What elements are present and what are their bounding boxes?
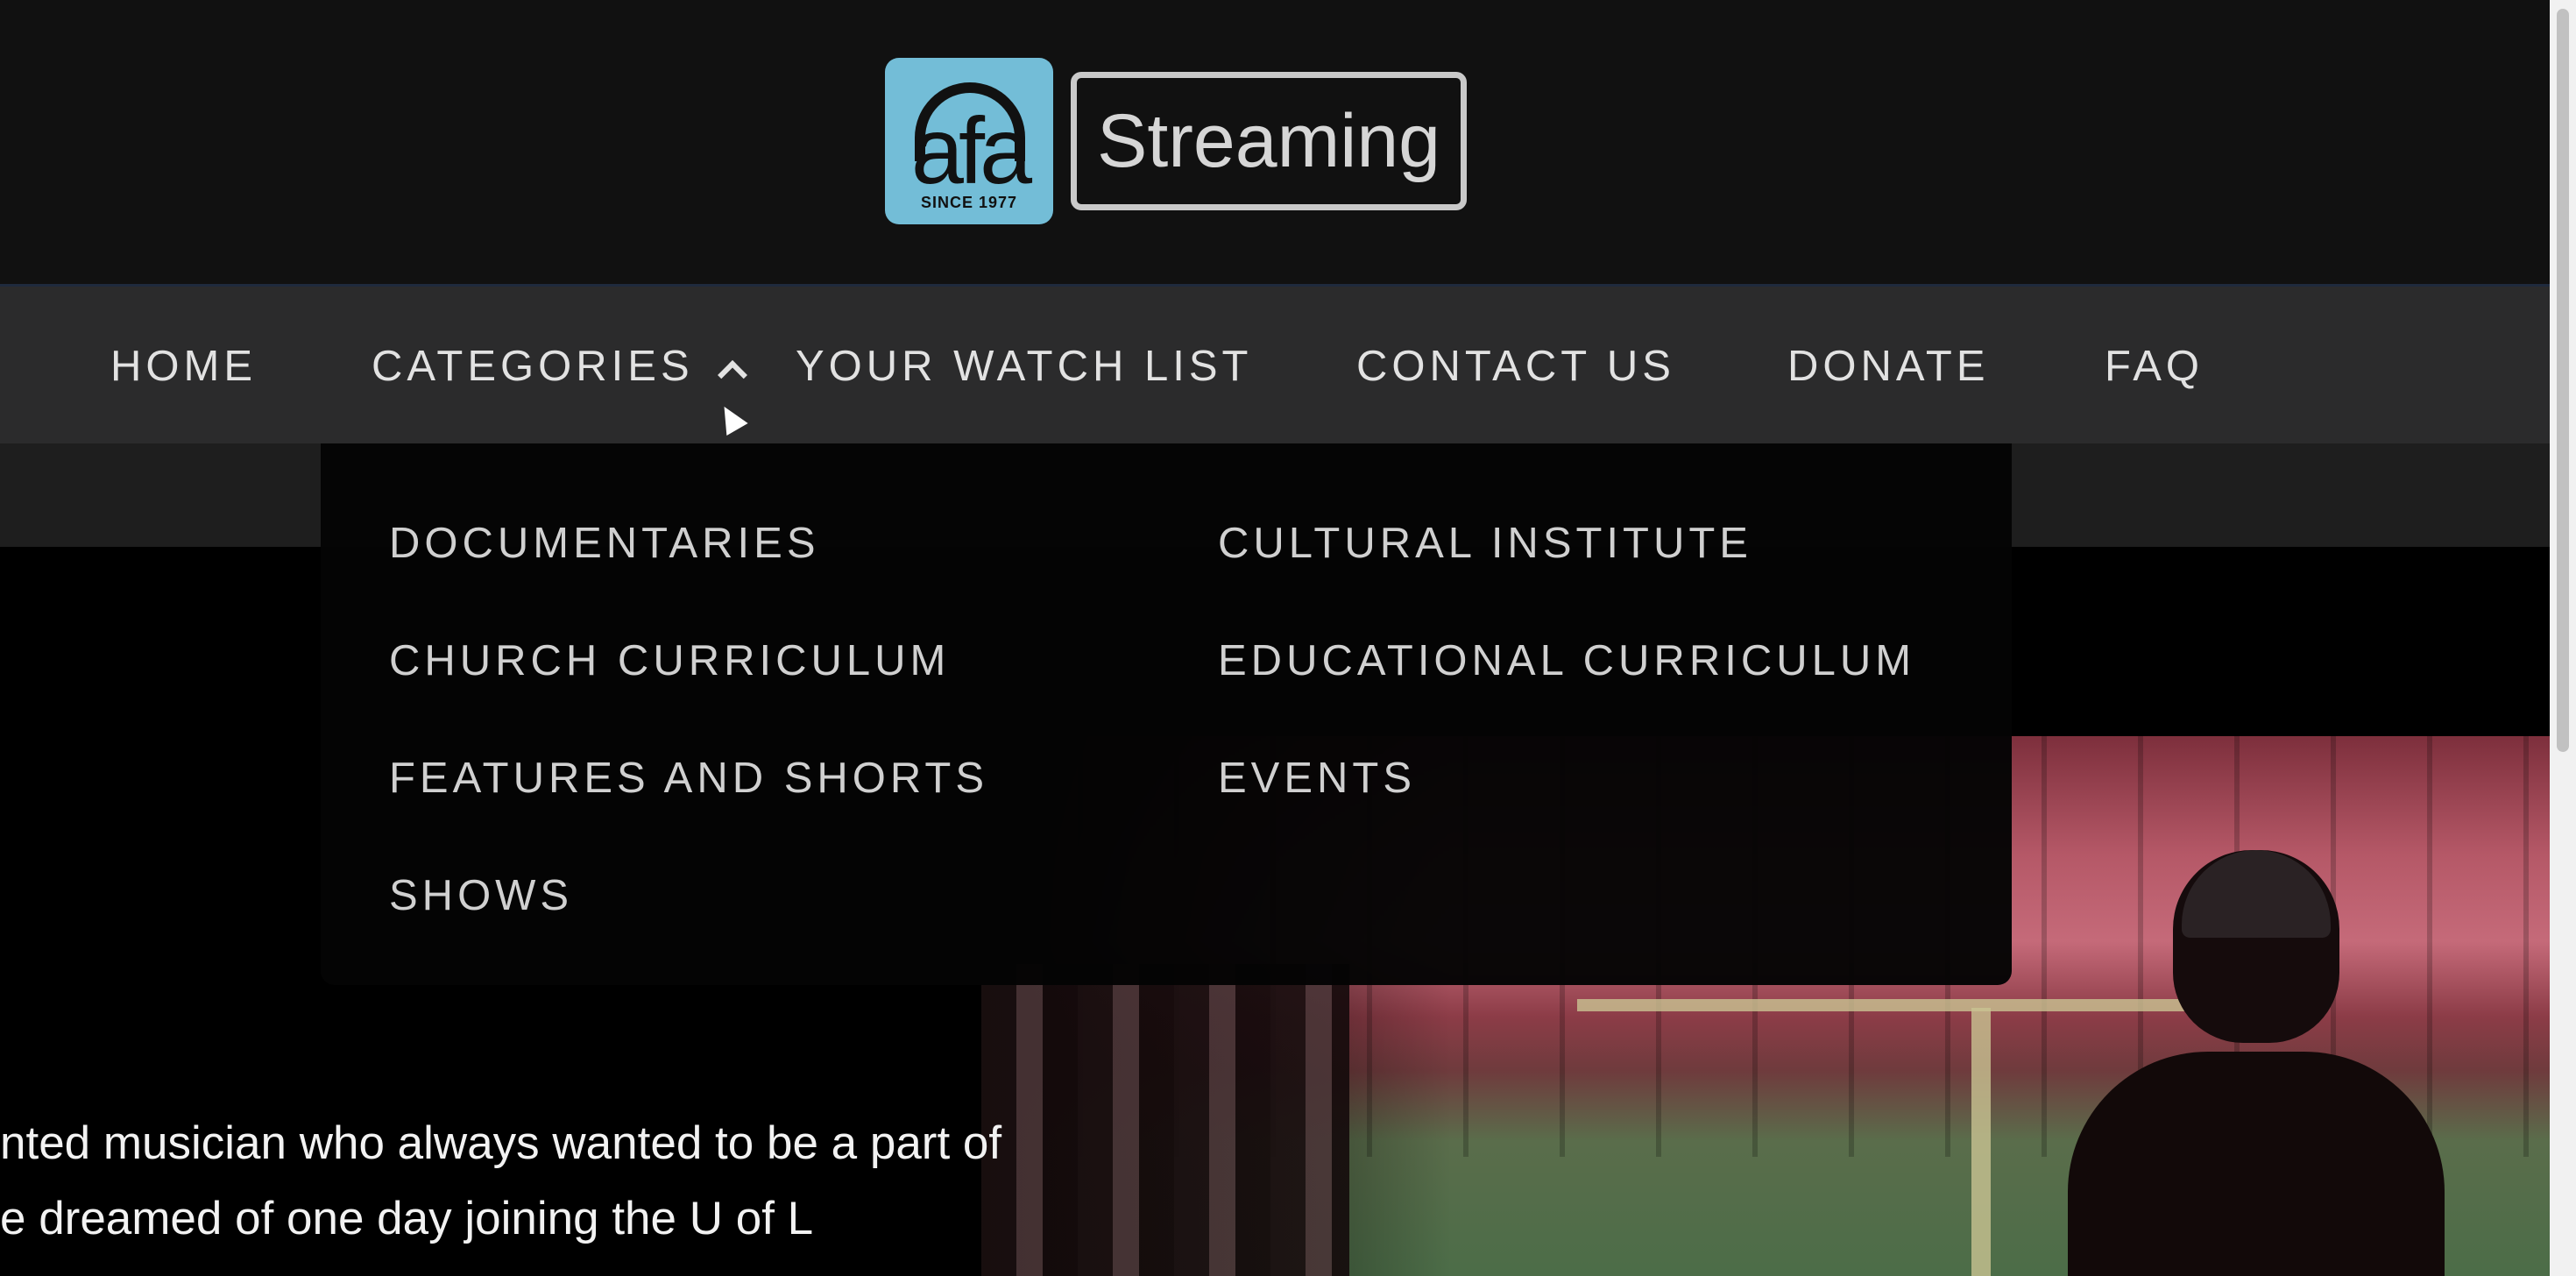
nav-categories-label: CATEGORIES	[372, 343, 694, 390]
logo-badge-text: afa	[910, 97, 1032, 203]
main-nav: HOME CATEGORIES YOUR WATCH LIST CONTACT …	[0, 284, 2550, 443]
page-scrollbar[interactable]	[2550, 0, 2576, 1276]
scrollbar-thumb[interactable]	[2557, 9, 2569, 752]
category-cultural-institute[interactable]: CULTURAL INSTITUTE	[1218, 519, 1752, 568]
goalpost-upright	[1971, 1008, 1991, 1276]
afa-streaming-logo[interactable]: afa SINCE 1977 Streaming	[885, 58, 1467, 224]
person-silhouette	[2068, 850, 2445, 1276]
hero-description: nted musician who always wanted to be a …	[0, 1106, 1139, 1257]
afa-badge: afa SINCE 1977	[885, 58, 1053, 224]
page: afa SINCE 1977 Streaming HOME CATEGORIES…	[0, 0, 2550, 1276]
category-church-curriculum[interactable]: CHURCH CURRICULUM	[389, 636, 950, 685]
person-cap	[2182, 850, 2331, 938]
nav-faq[interactable]: FAQ	[2105, 287, 2204, 446]
categories-dropdown: DOCUMENTARIES CULTURAL INSTITUTE CHURCH …	[321, 443, 2012, 985]
nav-home[interactable]: HOME	[110, 287, 257, 446]
nav-contact-us[interactable]: CONTACT US	[1356, 287, 1675, 446]
nav-watch-list[interactable]: YOUR WATCH LIST	[796, 287, 1252, 446]
logo-since-text: SINCE 1977	[920, 194, 1018, 211]
hero-line-2: e dreamed of one day joining the U of L	[0, 1193, 814, 1244]
category-shows[interactable]: SHOWS	[389, 871, 573, 920]
person-body	[2068, 1052, 2445, 1276]
logo-wordmark: Streaming	[1071, 72, 1467, 210]
chevron-up-icon[interactable]	[717, 360, 747, 390]
hero-line-1: nted musician who always wanted to be a …	[0, 1117, 1002, 1169]
category-documentaries[interactable]: DOCUMENTARIES	[389, 519, 820, 568]
category-features-and-shorts[interactable]: FEATURES AND SHORTS	[389, 754, 988, 803]
nav-donate[interactable]: DONATE	[1787, 287, 1990, 446]
category-events[interactable]: EVENTS	[1218, 754, 1416, 803]
site-header: afa SINCE 1977 Streaming	[0, 0, 2550, 284]
category-educational-curriculum[interactable]: EDUCATIONAL CURRICULUM	[1218, 636, 1915, 685]
nav-categories[interactable]: CATEGORIES	[372, 287, 747, 446]
